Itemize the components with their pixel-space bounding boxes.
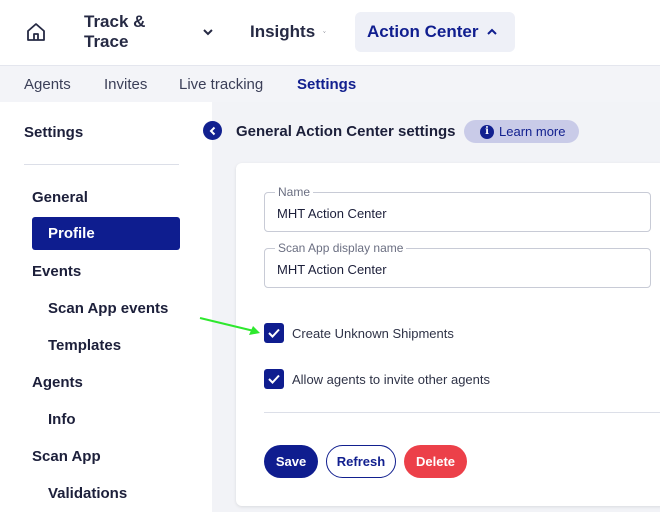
sidebar-item-info[interactable]: Info [48,411,76,428]
tab-settings[interactable]: Settings [297,76,356,93]
sidebar-group-agents: Agents [32,374,83,391]
name-input[interactable] [277,206,637,221]
name-field[interactable]: Name [264,185,651,232]
allow-agents-invite-row: Allow agents to invite other agents [264,369,490,389]
create-unknown-shipments-checkbox[interactable] [264,323,284,343]
sidebar-group-general: General [32,189,88,206]
delete-button[interactable]: Delete [404,445,467,478]
collapse-sidebar-button[interactable] [203,121,222,140]
nav-action-center[interactable]: Action Center [355,12,515,52]
sidebar-group-scan-app: Scan App [32,448,101,465]
annotation-arrow-icon [199,317,260,335]
nav-track-trace[interactable]: Track & Trace [72,12,226,52]
page-title: General Action Center settings [236,123,456,140]
info-icon: i [480,124,494,139]
scan-app-display-name-input[interactable] [277,262,637,277]
chevron-left-icon [209,126,215,135]
name-field-label: Name [275,185,314,199]
tab-invites[interactable]: Invites [104,76,147,93]
chevron-down-icon [323,31,326,33]
nav-insights-label: Insights [250,22,316,41]
chevron-down-icon [203,29,213,36]
allow-agents-invite-label: Allow agents to invite other agents [292,371,491,387]
learn-more-button[interactable]: i Learn more [464,120,579,143]
checkmark-icon [268,328,280,338]
scan-app-display-name-field[interactable]: Scan App display name [264,241,651,288]
sidebar-item-profile[interactable]: Profile [32,217,180,250]
sidebar-item-scan-app-events[interactable]: Scan App events [48,300,168,317]
sidebar-item-templates[interactable]: Templates [48,337,121,354]
allow-agents-invite-checkbox[interactable] [264,369,284,389]
tab-live-tracking[interactable]: Live tracking [179,76,263,93]
chevron-up-icon [487,28,498,35]
nav-action-center-label: Action Center [367,22,479,41]
scan-app-display-name-label: Scan App display name [275,241,407,255]
sidebar-title: Settings [24,124,84,141]
save-button[interactable]: Save [264,445,318,478]
sidebar-group-events: Events [32,263,82,280]
tab-agents[interactable]: Agents [24,76,71,93]
settings-sidebar: Settings General Profile Events Scan App… [0,102,212,512]
nav-track-trace-label: Track & Trace [84,12,146,51]
checkmark-icon [268,374,280,384]
create-unknown-shipments-label: Create Unknown Shipments [292,325,454,341]
nav-insights[interactable]: Insights [238,12,338,52]
home-icon[interactable] [24,20,48,44]
refresh-button[interactable]: Refresh [326,445,396,478]
sidebar-item-validations[interactable]: Validations [48,485,127,502]
card-divider [264,412,660,413]
sidebar-divider [24,164,179,165]
top-navigation: Track & Trace Insights Action Center [0,0,660,66]
create-unknown-shipments-row: Create Unknown Shipments [264,323,454,343]
sub-navigation: Agents Invites Live tracking Settings [0,66,660,102]
learn-more-label: Learn more [499,124,566,139]
